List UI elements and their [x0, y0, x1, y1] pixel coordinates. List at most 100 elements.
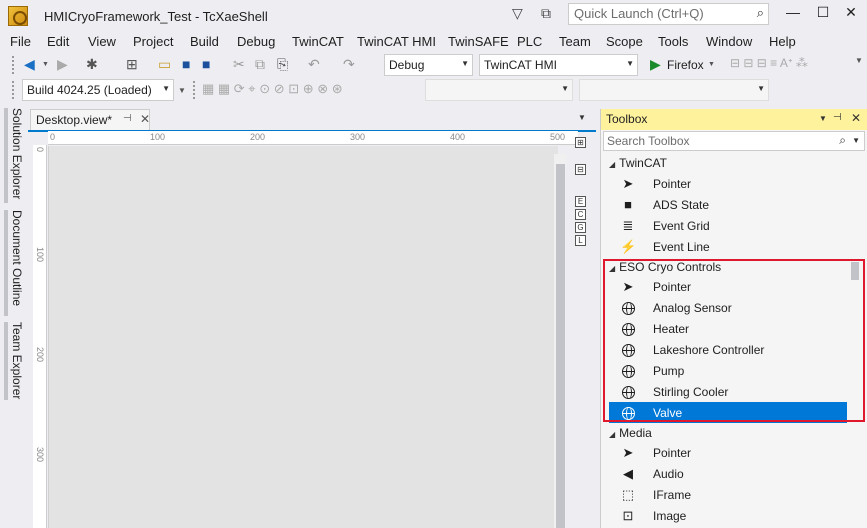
minimize-button[interactable]: —	[778, 4, 808, 24]
search-icon: ⌕	[756, 5, 764, 20]
chevron-down-icon: ▼	[757, 84, 765, 93]
menu-view[interactable]: View	[88, 34, 116, 49]
scrollbar-thumb[interactable]	[851, 262, 859, 280]
pin-icon[interactable]: ⊣	[123, 113, 132, 124]
copy-icon[interactable]: ⧉	[255, 56, 265, 73]
toolbar-grip[interactable]	[193, 81, 197, 99]
paste-icon[interactable]: ⎘	[277, 56, 288, 73]
menu-scope[interactable]: Scope	[606, 34, 643, 49]
pointer-icon: ➤	[622, 176, 634, 191]
forward-icon[interactable]: ▶	[57, 56, 68, 73]
toolbox-item-pointer[interactable]: ➤ Pointer	[609, 442, 847, 463]
notifications-icon[interactable]: ⧉	[541, 5, 551, 22]
group-label: TwinCAT	[619, 156, 667, 170]
tab-document-outline[interactable]: Document Outline	[4, 210, 24, 316]
toolbox-item-event-grid[interactable]: ≣ Event Grid	[609, 215, 847, 236]
window-title: HMICryoFramework_Test - TcXaeShell	[44, 9, 268, 24]
toolbox-item-iframe[interactable]: ⬚ IFrame	[609, 484, 847, 505]
build-value: Build 4024.25 (Loaded)	[27, 83, 152, 97]
event-line-icon: ⚡	[620, 239, 637, 254]
toolbar-overflow-icon[interactable]: ▼	[855, 56, 863, 65]
save-all-icon[interactable]: ■	[202, 56, 210, 72]
app-logo-icon	[8, 6, 28, 26]
scrollbar-thumb[interactable]	[556, 164, 565, 528]
item-label: ADS State	[653, 198, 710, 212]
redo-icon[interactable]: ↷	[343, 56, 355, 73]
window-position-icon[interactable]: ▼	[819, 114, 827, 123]
quick-launch-input[interactable]: Quick Launch (Ctrl+Q) ⌕	[568, 3, 769, 25]
highlight-box	[603, 259, 865, 422]
new-project-icon[interactable]: ✱	[86, 56, 98, 73]
undo-icon[interactable]: ↶	[308, 56, 320, 73]
menu-team[interactable]: Team	[559, 34, 591, 49]
toolbar-grip[interactable]	[12, 56, 16, 74]
menu-window[interactable]: Window	[706, 34, 752, 49]
platform-combo[interactable]: TwinCAT HMI ▼	[479, 54, 638, 76]
chevron-down-icon: ▼	[461, 59, 469, 68]
tab-team-explorer[interactable]: Team Explorer	[4, 322, 24, 400]
back-dropdown-icon[interactable]: ▼	[42, 61, 49, 68]
close-icon[interactable]: ✕	[851, 111, 861, 125]
ruler-tick: 200	[35, 347, 45, 363]
toolbox-item-audio[interactable]: ◀ Audio	[609, 463, 847, 484]
side-button-c[interactable]: C	[575, 209, 586, 220]
pin-icon[interactable]: ⊣	[833, 112, 842, 123]
back-icon[interactable]: ◀	[24, 56, 35, 73]
plc-tools-icon[interactable]: ▦ ▦ ⟳ ⌖ ⊙ ⊘ ⊡ ⊕ ⊗ ⊛	[202, 81, 343, 97]
menu-help[interactable]: Help	[769, 34, 796, 49]
side-button-e[interactable]: E	[575, 196, 586, 207]
side-button-g[interactable]: G	[575, 222, 586, 233]
group-twincat[interactable]: ◢ TwinCAT	[609, 156, 667, 170]
group-label: Media	[619, 426, 652, 440]
toolbox-item-image[interactable]: ⊡ Image	[609, 505, 847, 526]
run-target-button[interactable]: Firefox	[667, 58, 704, 72]
menu-twincat[interactable]: TwinCAT	[292, 34, 344, 49]
item-label: Audio	[653, 467, 684, 481]
close-button[interactable]: ✕	[836, 4, 866, 24]
toolbar-overflow-icon[interactable]: ▼	[178, 86, 186, 95]
collapse-icon[interactable]: ⊟	[575, 164, 586, 175]
configuration-combo[interactable]: Debug ▼	[384, 54, 473, 76]
open-folder-icon[interactable]: ▭	[158, 56, 171, 73]
menu-twinsafe[interactable]: TwinSAFE	[448, 34, 509, 49]
document-list-icon[interactable]: ▼	[578, 113, 586, 122]
secondary-toolbar: Build 4024.25 (Loaded) ▼ ▼ ▦ ▦ ⟳ ⌖ ⊙ ⊘ ⊡ …	[0, 78, 867, 102]
align-icon[interactable]: ⊟ ⊟ ⊟ ≡ Aᐩ ⁂	[730, 56, 808, 70]
menu-plc[interactable]: PLC	[517, 34, 542, 49]
chevron-down-icon: ▼	[561, 84, 569, 93]
target-combo[interactable]: ▼	[425, 79, 573, 101]
menu-file[interactable]: File	[10, 34, 31, 49]
run-target-dropdown-icon[interactable]: ▼	[708, 61, 715, 68]
menu-tools[interactable]: Tools	[658, 34, 688, 49]
menu-twincat-hmi[interactable]: TwinCAT HMI	[357, 34, 436, 49]
design-canvas[interactable]	[48, 146, 558, 528]
maximize-icon: ☐	[816, 4, 830, 20]
tab-solution-explorer[interactable]: Solution Explorer	[4, 108, 24, 203]
group-media[interactable]: ◢ Media	[609, 426, 652, 440]
toolbox-item-event-line[interactable]: ⚡ Event Line	[609, 236, 847, 257]
build-combo[interactable]: Build 4024.25 (Loaded) ▼	[22, 79, 174, 101]
collapse-triangle-icon: ◢	[609, 160, 616, 169]
close-icon[interactable]: ✕	[140, 112, 150, 126]
ruler-tick: 0	[50, 132, 56, 142]
toolbox-panel: Toolbox ▼ ⊣ ✕ Search Toolbox ⌕ ▼ ◢ TwinCA…	[600, 109, 867, 528]
toolbox-search-input[interactable]: Search Toolbox ⌕ ▼	[603, 131, 865, 151]
menu-build[interactable]: Build	[190, 34, 219, 49]
tab-desktop-view[interactable]: Desktop.view* ⊣ ✕	[30, 109, 150, 130]
save-icon[interactable]: ■	[182, 56, 190, 72]
side-button-l[interactable]: L	[575, 235, 586, 246]
start-icon[interactable]: ▶	[650, 56, 661, 73]
toolbar-grip[interactable]	[12, 81, 16, 99]
item-label: Event Grid	[653, 219, 710, 233]
expand-icon[interactable]: ⊞	[575, 137, 586, 148]
toolbox-item-ads-state[interactable]: ■ ADS State	[609, 194, 847, 215]
menu-edit[interactable]: Edit	[47, 34, 69, 49]
maximize-button[interactable]: ☐	[808, 4, 838, 24]
menu-debug[interactable]: Debug	[237, 34, 275, 49]
menu-project[interactable]: Project	[133, 34, 173, 49]
cut-icon[interactable]: ✂	[233, 56, 245, 73]
add-item-icon[interactable]: ⊞	[126, 56, 138, 73]
toolbox-item-pointer[interactable]: ➤ Pointer	[609, 173, 847, 194]
project-combo[interactable]: ▼	[579, 79, 769, 101]
filter-icon[interactable]: ▽	[512, 5, 523, 22]
